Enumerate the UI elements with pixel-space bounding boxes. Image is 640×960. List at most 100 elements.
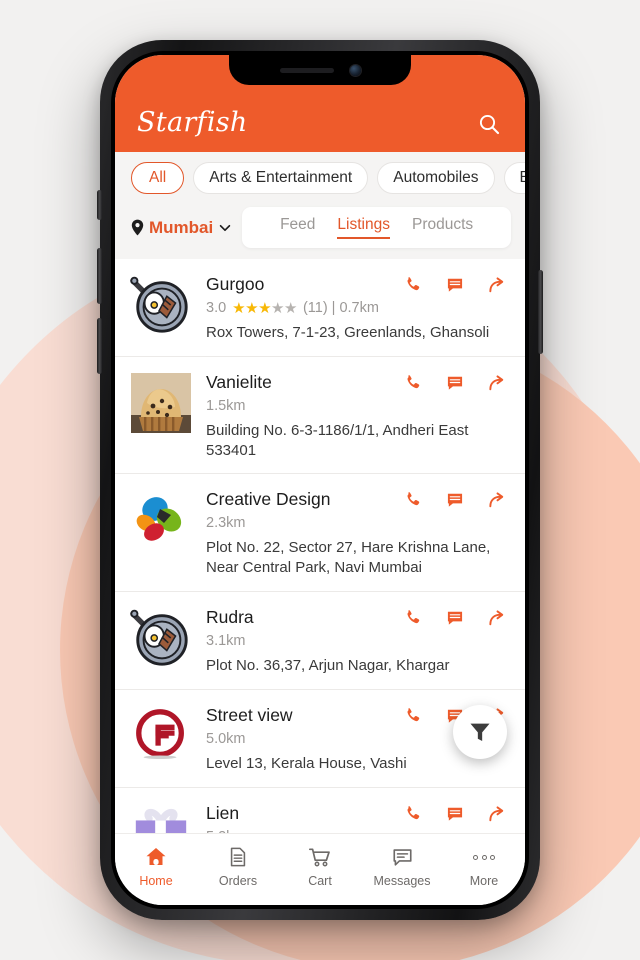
listing-actions bbox=[403, 802, 507, 824]
volume-down-button[interactable] bbox=[97, 318, 102, 374]
share-icon[interactable] bbox=[487, 804, 507, 824]
phone-icon[interactable] bbox=[403, 706, 423, 726]
content-tabs: Feed Listings Products bbox=[242, 207, 511, 248]
bottom-navigation: Home Orders Cart Messages More bbox=[115, 833, 525, 905]
listing-distance: 0.7km bbox=[339, 300, 379, 316]
front-camera-icon bbox=[349, 64, 361, 76]
listing-meta: 1.5km bbox=[206, 398, 507, 414]
search-icon bbox=[479, 114, 500, 135]
list-item-body: Gurgoo 3.0 ★ ★ ★ ★ ★ (11) | 0.7km Rox To… bbox=[206, 273, 507, 343]
listing-distance: 3.1km bbox=[206, 632, 246, 649]
more-dots-icon bbox=[473, 845, 495, 869]
chip-beauty[interactable]: B bbox=[503, 162, 525, 194]
tab-products[interactable]: Products bbox=[412, 216, 473, 239]
phone-frame: Starfish All Arts & Entertainment Automo… bbox=[97, 40, 543, 920]
listing-distance: 5.0km bbox=[206, 730, 246, 747]
nav-label-cart: Cart bbox=[308, 874, 332, 888]
volume-up-button[interactable] bbox=[97, 248, 102, 304]
share-icon[interactable] bbox=[487, 373, 507, 393]
power-button[interactable] bbox=[538, 270, 543, 354]
listing-name: Lien bbox=[206, 802, 240, 823]
earpiece-speaker-icon bbox=[279, 67, 334, 73]
phone-icon[interactable] bbox=[403, 608, 423, 628]
phone-notch bbox=[229, 55, 411, 85]
nav-label-home: Home bbox=[139, 874, 173, 888]
list-item[interactable]: Rudra 3.1km Plot No. 36,37, Arjun Nagar,… bbox=[115, 592, 525, 690]
list-item[interactable]: Gurgoo 3.0 ★ ★ ★ ★ ★ (11) | 0.7km Rox To… bbox=[115, 259, 525, 357]
chevron-down-icon bbox=[219, 224, 231, 231]
list-item-body: Rudra 3.1km Plot No. 36,37, Arjun Nagar,… bbox=[206, 606, 507, 676]
pinwheel-logo-icon bbox=[129, 488, 193, 552]
nav-label-more: More bbox=[469, 874, 499, 888]
silent-switch-button[interactable] bbox=[97, 190, 102, 220]
listing-distance: 2.3km bbox=[206, 515, 246, 532]
list-item-body: Vanielite 1.5km Building No. 6-3-1186/1/… bbox=[206, 371, 507, 461]
tab-feed[interactable]: Feed bbox=[280, 216, 315, 239]
list-item[interactable]: Creative Design 2.3km Plot No. 22, Secto… bbox=[115, 474, 525, 592]
skillet-icon bbox=[129, 273, 193, 337]
chat-icon[interactable] bbox=[445, 490, 465, 510]
listing-meta: 3.0 ★ ★ ★ ★ ★ (11) | 0.7km bbox=[206, 300, 507, 316]
listing-meta: 2.3km bbox=[206, 515, 507, 531]
nav-item-home[interactable]: Home bbox=[115, 845, 197, 888]
nav-item-orders[interactable]: Orders bbox=[197, 845, 279, 888]
listing-address: Building No. 6-3-1186/1/1, Andheri East … bbox=[206, 421, 469, 459]
list-item[interactable]: Lien bbox=[115, 788, 525, 833]
chip-automobiles[interactable]: Automobiles bbox=[377, 162, 495, 194]
listing-meta: 3.1km bbox=[206, 633, 507, 649]
app-brand-logo: Starfish bbox=[137, 107, 248, 138]
list-item[interactable]: Vanielite 1.5km Building No. 6-3-1186/1/… bbox=[115, 357, 525, 475]
share-icon[interactable] bbox=[487, 608, 507, 628]
listing-address: Plot No. 22, Sector 27, Hare Krishna Lan… bbox=[206, 539, 491, 577]
document-icon bbox=[227, 845, 249, 869]
app-screen: Starfish All Arts & Entertainment Automo… bbox=[115, 55, 525, 905]
muffin-photo bbox=[129, 371, 193, 435]
phone-icon[interactable] bbox=[403, 275, 423, 295]
search-button[interactable] bbox=[475, 110, 503, 138]
list-item-body: Creative Design 2.3km Plot No. 22, Secto… bbox=[206, 488, 507, 578]
share-icon[interactable] bbox=[487, 490, 507, 510]
location-selector[interactable]: Mumbai bbox=[131, 218, 232, 238]
nav-label-orders: Orders bbox=[218, 874, 258, 888]
chat-icon bbox=[391, 845, 414, 869]
listing-address: Rox Towers, 7-1-23, Greenlands, Ghansoli bbox=[206, 324, 490, 341]
location-city-label: Mumbai bbox=[149, 217, 214, 237]
listing-name: Creative Design bbox=[206, 489, 331, 510]
chat-icon[interactable] bbox=[445, 804, 465, 824]
phone-icon[interactable] bbox=[403, 490, 423, 510]
phone-icon[interactable] bbox=[403, 373, 423, 393]
listing-address: Level 13, Kerala House, Vashi bbox=[206, 754, 407, 772]
share-icon[interactable] bbox=[487, 275, 507, 295]
chip-arts-entertainment[interactable]: Arts & Entertainment bbox=[193, 162, 369, 194]
listing-name: Gurgoo bbox=[206, 274, 265, 294]
listings-list[interactable]: Gurgoo 3.0 ★ ★ ★ ★ ★ (11) | 0.7km Rox To… bbox=[115, 259, 525, 833]
nav-item-cart[interactable]: Cart bbox=[279, 845, 361, 888]
gift-box-icon bbox=[129, 802, 193, 833]
location-and-tabs: Mumbai Feed Listings Products bbox=[115, 204, 525, 259]
listing-actions bbox=[403, 273, 507, 295]
location-pin-icon bbox=[131, 219, 144, 236]
chip-all[interactable]: All bbox=[131, 162, 185, 194]
listing-name: Rudra bbox=[206, 606, 254, 627]
listing-actions bbox=[403, 371, 507, 393]
tab-listings[interactable]: Listings bbox=[337, 216, 390, 239]
nav-item-messages[interactable]: Messages bbox=[361, 845, 443, 888]
chat-icon[interactable] bbox=[445, 373, 465, 393]
listing-actions bbox=[403, 606, 507, 628]
listing-name: Vanielite bbox=[206, 371, 272, 392]
cart-icon bbox=[308, 845, 332, 869]
gf-monogram-icon bbox=[129, 704, 193, 768]
filter-funnel-icon bbox=[470, 723, 490, 741]
listing-stars: ★ ★ ★ ★ ★ bbox=[232, 299, 297, 317]
phone-bezel: Starfish All Arts & Entertainment Automo… bbox=[111, 51, 529, 909]
chat-icon[interactable] bbox=[445, 608, 465, 628]
listing-address: Plot No. 36,37, Arjun Nagar, Khargar bbox=[206, 656, 450, 674]
nav-item-more[interactable]: More bbox=[443, 845, 525, 888]
chat-icon[interactable] bbox=[445, 275, 465, 295]
list-item-body: Lien bbox=[206, 802, 507, 833]
listing-rating-value: 3.0 bbox=[206, 300, 227, 316]
listing-distance: 1.5km bbox=[206, 397, 246, 414]
filter-button[interactable] bbox=[453, 705, 507, 759]
phone-icon[interactable] bbox=[403, 804, 423, 824]
category-chips[interactable]: All Arts & Entertainment Automobiles B bbox=[115, 152, 525, 204]
